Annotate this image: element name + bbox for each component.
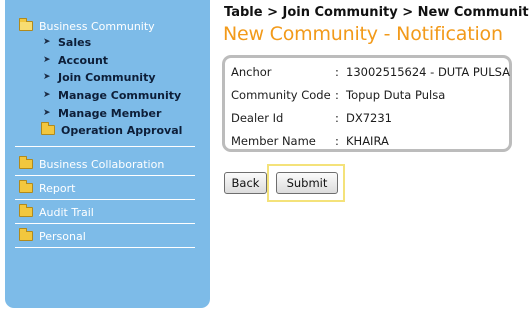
sidebar-group-audit-trail[interactable]: Audit Trail	[19, 204, 94, 220]
bullet-arrow-icon: ➤	[43, 55, 51, 65]
sidebar-item-label: Join Community	[58, 70, 156, 84]
sidebar-item-join-community[interactable]: ➤ Join Community	[43, 70, 156, 84]
detail-value: KHAIRA	[346, 134, 389, 148]
sidebar-group-label: Business Community	[39, 19, 155, 33]
sidebar-item-label: Sales	[58, 35, 92, 49]
notification-details-panel: Anchor : 13002515624 - DUTA PULSA Commun…	[222, 55, 512, 152]
detail-value: Topup Duta Pulsa	[346, 88, 446, 102]
back-button[interactable]: Back	[224, 172, 267, 194]
folder-icon	[19, 204, 33, 217]
sidebar-item-label: Manage Member	[58, 106, 162, 120]
detail-colon: :	[335, 134, 339, 148]
detail-row-community-code: Community Code : Topup Duta Pulsa	[225, 86, 509, 104]
sidebar-item-sales[interactable]: ➤ Sales	[43, 35, 91, 49]
sidebar: Business Community ➤ Sales ➤ Account ➤ J…	[5, 0, 210, 308]
sidebar-group-label: Audit Trail	[39, 205, 94, 219]
detail-value: DX7231	[346, 111, 392, 125]
sidebar-group-report[interactable]: Report	[19, 180, 75, 196]
detail-row-anchor: Anchor : 13002515624 - DUTA PULSA	[225, 63, 511, 81]
folder-open-icon	[19, 18, 33, 31]
folder-icon	[19, 228, 33, 241]
sidebar-divider	[15, 223, 195, 224]
detail-label: Anchor	[231, 65, 272, 79]
sidebar-divider	[15, 175, 195, 176]
folder-icon	[41, 122, 55, 135]
detail-label: Dealer Id	[231, 111, 284, 125]
sidebar-divider	[15, 199, 195, 200]
sidebar-item-label: Account	[58, 53, 109, 67]
page-title: New Community - Notification	[223, 23, 503, 45]
detail-colon: :	[335, 88, 339, 102]
sidebar-group-personal[interactable]: Personal	[19, 228, 86, 244]
sidebar-group-label: Personal	[39, 229, 86, 243]
sidebar-item-manage-community[interactable]: ➤ Manage Community	[43, 88, 181, 102]
breadcrumb: Table > Join Community > New Community	[224, 5, 529, 20]
sidebar-item-manage-member[interactable]: ➤ Manage Member	[43, 106, 161, 120]
sidebar-item-account[interactable]: ➤ Account	[43, 53, 108, 67]
sidebar-divider	[15, 247, 195, 248]
sidebar-group-label: Business Collaboration	[39, 157, 165, 171]
sidebar-divider	[15, 146, 195, 147]
detail-label: Member Name	[231, 134, 316, 148]
detail-colon: :	[335, 65, 339, 79]
detail-value: 13002515624 - DUTA PULSA	[346, 65, 511, 79]
submit-button[interactable]: Submit	[276, 172, 338, 194]
folder-icon	[19, 180, 33, 193]
bullet-arrow-icon: ➤	[43, 90, 51, 100]
sidebar-group-business-community[interactable]: Business Community	[19, 18, 155, 34]
bullet-arrow-icon: ➤	[43, 108, 51, 118]
detail-row-dealer-id: Dealer Id : DX7231	[225, 109, 509, 127]
folder-icon	[19, 156, 33, 169]
sidebar-item-label: Operation Approval	[61, 123, 183, 137]
sidebar-group-label: Report	[39, 181, 76, 195]
details-table: Anchor : 13002515624 - DUTA PULSA Commun…	[225, 58, 511, 150]
detail-row-member-name: Member Name : KHAIRA	[225, 132, 509, 150]
detail-label: Community Code	[231, 88, 331, 102]
sidebar-group-business-collaboration[interactable]: Business Collaboration	[19, 156, 164, 172]
bullet-arrow-icon: ➤	[43, 72, 51, 82]
detail-colon: :	[335, 111, 339, 125]
sidebar-item-operation-approval[interactable]: Operation Approval	[41, 122, 183, 137]
bullet-arrow-icon: ➤	[43, 37, 51, 47]
sidebar-item-label: Manage Community	[58, 88, 182, 102]
